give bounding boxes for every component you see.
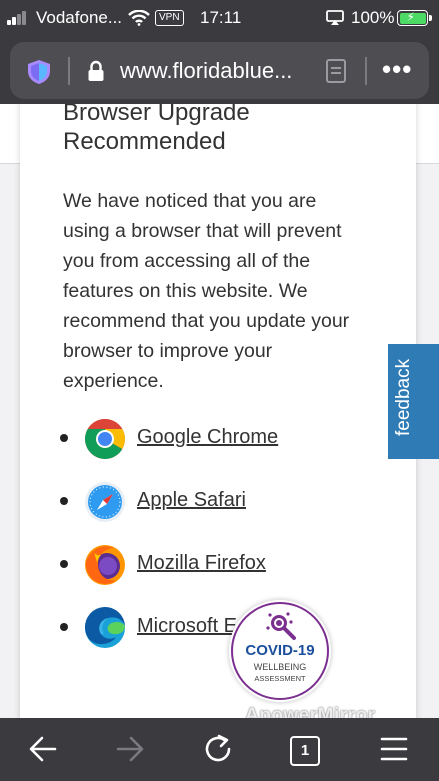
wifi-icon	[128, 10, 150, 26]
url-text[interactable]: www.floridablue...	[120, 58, 292, 84]
tabs-button[interactable]: 1	[290, 736, 320, 766]
reader-view-icon[interactable]	[326, 59, 346, 83]
covid-subtitle: ASSESSMENT	[254, 674, 306, 683]
toolbar-divider	[365, 57, 367, 85]
lock-icon	[88, 60, 104, 81]
bullet	[60, 497, 68, 505]
bullet	[60, 623, 68, 631]
modal-body-text: We have noticed that you are using a bro…	[63, 190, 350, 392]
chrome-download-link[interactable]: Google Chrome	[137, 426, 278, 449]
feedback-tab[interactable]: feedback	[388, 344, 439, 459]
web-page: . Browser Upgrade Recommended We have no…	[0, 104, 439, 718]
firefox-download-link[interactable]: Mozilla Firefox	[137, 552, 266, 575]
status-bar: Vodafone... VPN 17:11 100%	[0, 0, 439, 36]
watermark: ApowerMirror	[245, 705, 376, 718]
tracking-protection-shield-icon[interactable]	[27, 59, 51, 85]
carrier-name: Vodafone...	[36, 8, 123, 27]
safari-download-link[interactable]: Apple Safari	[137, 489, 246, 512]
safari-icon[interactable]	[84, 481, 126, 523]
bottom-toolbar: 1	[0, 718, 439, 781]
feedback-label: feedback	[393, 358, 414, 436]
forward-arrow-icon[interactable]	[114, 734, 146, 764]
signal-strength-icon	[7, 11, 29, 25]
screen-mirroring-icon	[326, 10, 344, 25]
covid-title: COVID-19	[245, 642, 315, 659]
toolbar-divider	[68, 57, 70, 85]
vpn-badge: VPN	[155, 10, 184, 26]
covid-subtitle: WELLBEING	[253, 662, 307, 672]
clock: 17:11	[200, 8, 242, 27]
firefox-icon[interactable]	[84, 544, 126, 586]
back-arrow-icon[interactable]	[27, 734, 59, 764]
battery-percent: 100%	[351, 8, 395, 27]
more-menu-icon[interactable]: •••	[382, 54, 412, 85]
list-item: Google Chrome	[60, 418, 360, 481]
virus-magnifier-icon	[266, 612, 296, 640]
chrome-icon[interactable]	[84, 418, 126, 460]
edge-icon[interactable]	[84, 607, 126, 649]
covid-assessment-badge[interactable]: COVID-19 WELLBEING ASSESSMENT	[231, 602, 329, 700]
reload-icon[interactable]	[203, 734, 235, 764]
list-item: Apple Safari	[60, 481, 360, 544]
list-item: Mozilla Firefox	[60, 544, 360, 607]
hamburger-menu-icon[interactable]	[378, 734, 410, 764]
bullet	[60, 434, 68, 442]
modal-title: Browser Upgrade Recommended	[63, 104, 250, 155]
bullet	[60, 560, 68, 568]
browser-upgrade-modal: Browser Upgrade Recommended We have noti…	[20, 104, 416, 718]
address-bar[interactable]: www.floridablue... •••	[10, 42, 429, 99]
browser-toolbar: www.floridablue... •••	[0, 36, 439, 104]
battery-charging-icon	[397, 10, 432, 26]
